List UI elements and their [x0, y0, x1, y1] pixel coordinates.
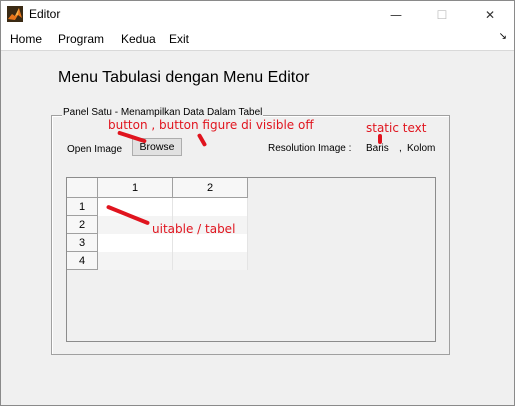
- row-header[interactable]: 2: [67, 216, 98, 234]
- resolution-label: Resolution Image :: [268, 143, 352, 154]
- table-cell[interactable]: [173, 198, 248, 216]
- column-header[interactable]: 2: [173, 178, 248, 198]
- baris-static-text: Baris: [366, 143, 389, 154]
- table-cell[interactable]: [173, 252, 248, 270]
- minimize-button[interactable]: —: [373, 1, 419, 28]
- window-title: Editor: [29, 7, 61, 21]
- row-header[interactable]: 3: [67, 234, 98, 252]
- row-header[interactable]: 4: [67, 252, 98, 270]
- table-cell[interactable]: [98, 252, 173, 270]
- title-bar: Editor — ☐ ✕: [1, 1, 514, 28]
- menu-bar: Home Program Kedua Exit ↘: [1, 28, 514, 51]
- annotation-button-note: button , button figure di visible off: [108, 118, 314, 132]
- annotation-table-note: uitable / tabel: [152, 222, 236, 236]
- open-image-label: Open Image: [67, 144, 123, 155]
- minimize-icon: —: [390, 7, 402, 22]
- close-icon: ✕: [484, 7, 496, 22]
- matlab-icon: [7, 6, 23, 22]
- menu-item-home[interactable]: Home: [10, 32, 42, 46]
- kolom-static-text: Kolom: [407, 143, 436, 154]
- annotation-stroke: [378, 134, 382, 144]
- comma-separator: ,: [399, 143, 402, 154]
- close-button[interactable]: ✕: [467, 1, 513, 28]
- menu-item-program[interactable]: Program: [58, 32, 104, 46]
- row-header[interactable]: 1: [67, 198, 98, 216]
- table-cell[interactable]: [98, 234, 173, 252]
- annotation-static-note: static text: [366, 121, 427, 135]
- panel-title: Panel Satu - Menampilkan Data Dalam Tabe…: [62, 107, 264, 118]
- uitable[interactable]: 1 2 1 2 3 4: [66, 177, 436, 342]
- page-title: Menu Tabulasi dengan Menu Editor: [58, 69, 310, 86]
- maximize-icon: ☐: [436, 7, 448, 22]
- menu-item-kedua[interactable]: Kedua: [121, 32, 156, 46]
- menu-item-exit[interactable]: Exit: [169, 32, 189, 46]
- table-cell[interactable]: [173, 234, 248, 252]
- maximize-button[interactable]: ☐: [419, 1, 465, 28]
- table-corner: [67, 178, 98, 198]
- column-header[interactable]: 1: [98, 178, 173, 198]
- menu-overflow-icon[interactable]: ↘: [499, 31, 507, 42]
